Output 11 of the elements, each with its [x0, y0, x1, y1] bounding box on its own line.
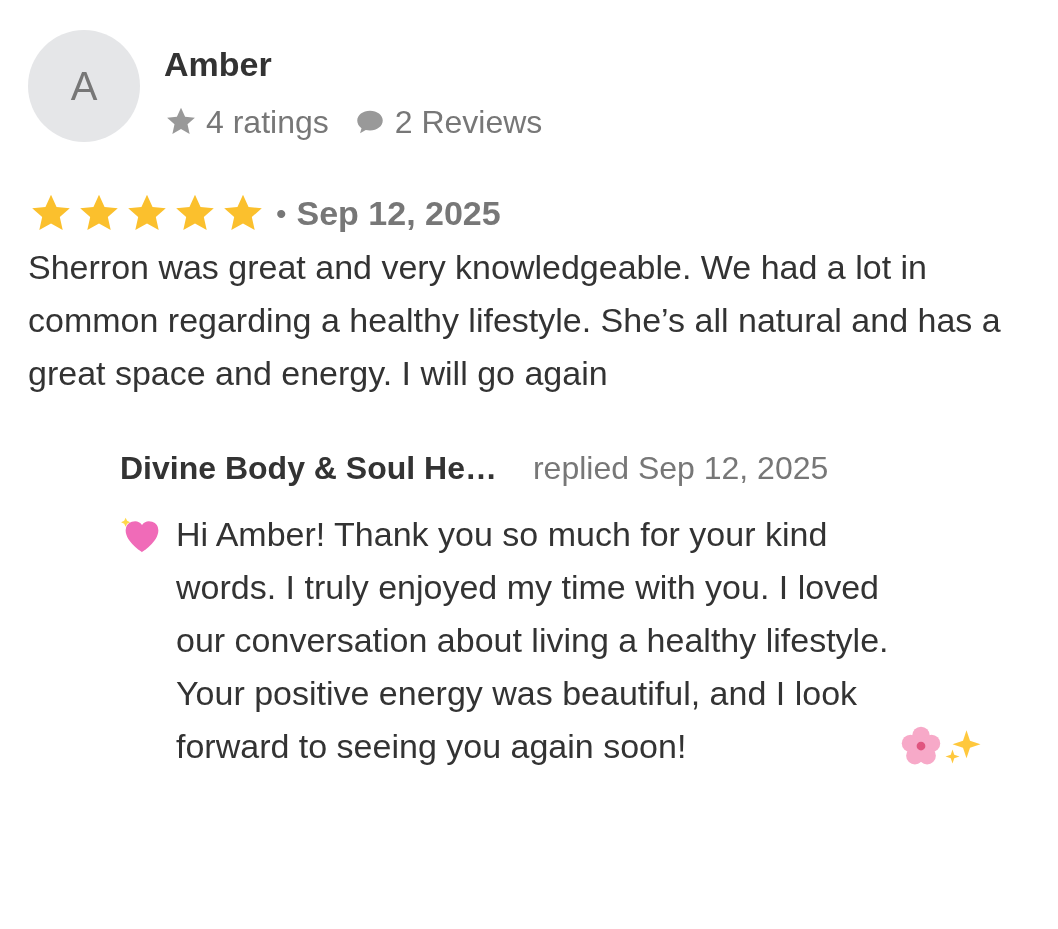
reviews-count: 2 Reviews	[394, 103, 543, 142]
review-text: Sherron was great and very knowledgeable. We had a lot in common regarding a healthy lifestyle. She’s all natural and has a great space and energy. I will go again	[28, 247, 1002, 394]
reply-text: Hi Amber! Thank you so much for your kind words. I truly enjoyed my time with you. I loved our conversation about living a healthy lifestyle. Your positive energy was beautiful, and I look forward to seeing you again soon!	[176, 514, 890, 767]
separator-dot: •	[276, 196, 287, 232]
flower-icon	[900, 725, 942, 767]
review-date: Sep 12, 2025	[296, 193, 501, 234]
business-name: Divine Body & Soul He…	[120, 449, 497, 488]
avatar: A	[28, 30, 140, 142]
reply-date: replied Sep 12, 2025	[532, 449, 829, 488]
reviewer-name: Amber	[164, 44, 273, 85]
ratings-count: 4 ratings	[206, 103, 329, 142]
